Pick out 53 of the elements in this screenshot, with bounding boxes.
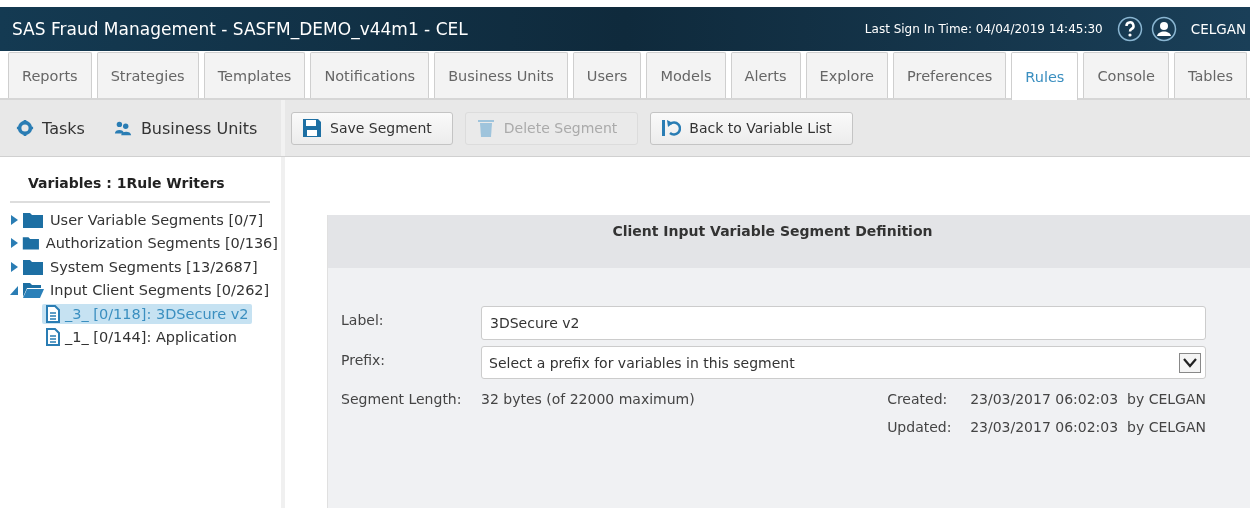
collapse-arrow-icon[interactable] — [10, 284, 19, 297]
field-label: Label: — [341, 311, 385, 328]
tree-item[interactable]: Authorization Segments [0/136] — [42, 234, 281, 253]
window-title: SAS Fraud Management - SASFM_DEMO_v44m1 - CEL — [12, 19, 469, 39]
folder-icon — [22, 257, 44, 276]
help-icon[interactable] — [1116, 16, 1143, 42]
tree-item[interactable]: User Variable Segments [0/7] — [47, 210, 267, 229]
nav-tab[interactable]: Templates — [203, 52, 306, 98]
field-label: Segment Length: — [341, 390, 463, 407]
document-icon — [45, 328, 61, 347]
user-icon[interactable] — [1150, 16, 1177, 42]
nav-tab[interactable]: Explore — [805, 52, 888, 98]
toolbar-link[interactable]: Tasks — [42, 118, 85, 138]
created-value: 23/03/2017 06:02:03 by CELGAN — [970, 390, 1206, 407]
tree-item[interactable]: System Segments [13/2687] — [47, 257, 261, 276]
nav-tab[interactable]: Models — [646, 52, 726, 98]
user-name[interactable]: CELGAN — [1190, 21, 1246, 37]
nav-tab[interactable]: Users — [572, 52, 642, 98]
segment-length-value: 32 bytes (of 22000 maximum) — [481, 390, 695, 409]
people-icon — [112, 119, 133, 137]
last-sign-in-time: Last Sign In Time: 04/04/2019 14:45:30 — [864, 22, 1103, 36]
undo-arrow-icon — [661, 118, 682, 138]
nav-tab[interactable]: Notifications — [310, 52, 430, 98]
folder-icon — [22, 210, 44, 229]
expand-arrow-icon[interactable] — [10, 237, 19, 250]
panel-title: Client Input Variable Segment Definition — [612, 223, 933, 241]
label-input-field[interactable]: 3DSecure v2 — [481, 306, 1206, 340]
field-label: Prefix: — [341, 351, 387, 368]
nav-tab[interactable]: Tables — [1173, 52, 1248, 98]
field-label: Created: — [887, 390, 949, 407]
prefix-dropdown[interactable]: Select a prefix for variables in this segment — [481, 346, 1206, 379]
nav-tab[interactable]: Preferences — [893, 52, 1007, 98]
field-label: Updated: — [887, 418, 953, 435]
document-icon — [45, 304, 61, 323]
nav-tab[interactable]: Alerts — [730, 52, 801, 98]
nav-tab[interactable]: Business Units — [434, 52, 568, 98]
tree-item[interactable]: _1_ [0/144]: Application — [42, 327, 240, 348]
nav-tab[interactable]: Rules — [1011, 52, 1079, 100]
nav-tab[interactable]: Strategies — [96, 52, 199, 98]
expand-arrow-icon[interactable] — [10, 213, 19, 226]
toolbar-link[interactable]: Business Units — [140, 118, 258, 138]
expand-arrow-icon[interactable] — [10, 260, 19, 273]
toolbar-button[interactable]: Save Segment — [291, 111, 453, 145]
nav-tab[interactable]: Reports — [8, 52, 92, 98]
nav-tab[interactable]: Console — [1083, 52, 1169, 98]
updated-value: 23/03/2017 06:02:03 by CELGAN — [970, 418, 1206, 435]
toolbar-button[interactable]: Back to Variable List — [650, 111, 853, 145]
tree-item[interactable]: Input Client Segments [0/262] — [47, 281, 273, 300]
sidebar-title: Variables : 1Rule Writers — [10, 175, 270, 203]
trash-icon — [475, 118, 496, 138]
open-folder-icon — [22, 281, 44, 300]
gear-icon — [16, 119, 34, 137]
chevron-down-icon — [1183, 357, 1197, 368]
